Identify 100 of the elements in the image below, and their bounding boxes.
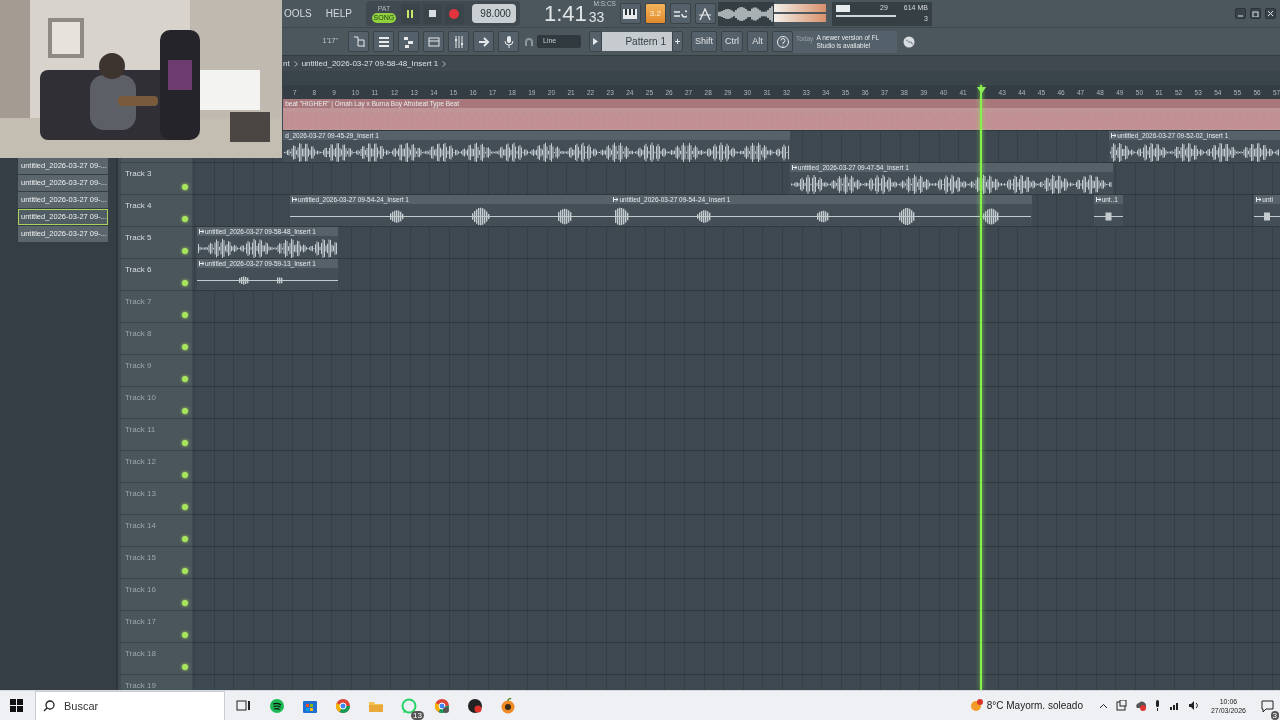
track-header[interactable]: Track 12: [118, 451, 192, 483]
browser-icon: [433, 697, 450, 714]
mute-led[interactable]: [182, 568, 188, 574]
flowchart-icon: [351, 34, 366, 49]
mute-led[interactable]: [182, 280, 188, 286]
browser-icon: [334, 697, 351, 714]
track-header[interactable]: Track 13: [118, 483, 192, 515]
record-icon: [449, 8, 460, 19]
mute-led[interactable]: [182, 440, 188, 446]
mute-led[interactable]: [182, 248, 188, 254]
piano-roll-button[interactable]: [398, 31, 419, 52]
track-header[interactable]: Track 8: [118, 323, 192, 355]
track-header[interactable]: Track 9: [118, 355, 192, 387]
notification-badge: 13: [411, 710, 424, 720]
weather-icon[interactable]: [969, 699, 983, 712]
browser-button[interactable]: [423, 31, 444, 52]
notification-badge: 3: [1270, 710, 1279, 720]
metronome-icon: [698, 7, 713, 20]
track-header[interactable]: Track 3: [118, 163, 192, 195]
track-header[interactable]: Track 7: [118, 291, 192, 323]
next-button[interactable]: [473, 31, 494, 52]
list-icon: [376, 34, 391, 49]
mute-led[interactable]: [182, 376, 188, 382]
mute-led[interactable]: [182, 472, 188, 478]
track-name: Track 8: [125, 328, 152, 340]
triangle-icon: [593, 38, 598, 45]
menu-item[interactable]: HELP: [325, 6, 352, 21]
track-name: Track 11: [125, 424, 156, 436]
track-header[interactable]: Track 5: [118, 227, 192, 259]
mute-led[interactable]: [182, 344, 188, 350]
magnet-icon[interactable]: [525, 37, 533, 46]
mute-led[interactable]: [182, 216, 188, 222]
track-name: Track 12: [125, 456, 156, 468]
piano-icon: [623, 8, 638, 19]
microphone-button[interactable]: [498, 31, 519, 52]
weather-text[interactable]: 8°C Mayorm. soleado: [986, 698, 1083, 713]
minimize-button[interactable]: [1235, 8, 1246, 19]
track-name: Track 15: [125, 552, 156, 564]
mute-led[interactable]: [182, 408, 188, 414]
close-icon: [1267, 10, 1274, 17]
track-name: Track 13: [125, 488, 156, 500]
track-header[interactable]: Track 15: [118, 547, 192, 579]
modifier-key[interactable]: Ctrl: [721, 31, 743, 52]
metronome-button[interactable]: [694, 3, 716, 24]
track-header[interactable]: Track 19: [118, 675, 192, 690]
track-header[interactable]: Track 4: [118, 195, 192, 227]
channel-rack-button[interactable]: [373, 31, 394, 52]
previous-pattern-button[interactable]: [589, 31, 602, 52]
breadcrumb-item[interactable]: untitled_2026-03-27 09-58-48_Insert 1: [301, 57, 439, 70]
loop-icon: [673, 8, 688, 19]
mute-led[interactable]: [182, 536, 188, 542]
track-name: Track 17: [125, 616, 156, 628]
notifications-button[interactable]: 3: [1254, 690, 1280, 720]
search-field[interactable]: Buscar: [35, 690, 225, 720]
volume-icon[interactable]: [1187, 700, 1199, 711]
track-header[interactable]: Track 16: [118, 579, 192, 611]
add-pattern-button[interactable]: [672, 31, 683, 52]
mixer-button[interactable]: [448, 31, 469, 52]
mute-led[interactable]: [182, 600, 188, 606]
tray-app-icon[interactable]: [1115, 700, 1127, 711]
track-header[interactable]: Track 6: [118, 259, 192, 291]
stop-button[interactable]: [422, 3, 442, 24]
search-icon: [43, 699, 55, 712]
mute-led[interactable]: [182, 632, 188, 638]
help-button[interactable]: [772, 31, 793, 52]
breadcrumb-item[interactable]: nt: [283, 57, 290, 70]
menu-item[interactable]: OOLS: [284, 6, 312, 21]
piano-roll-icon: [401, 34, 416, 49]
cloud-icon[interactable]: [1134, 700, 1146, 711]
microphone-icon[interactable]: [1153, 700, 1161, 711]
track-name: Track 14: [125, 520, 156, 532]
modifier-key[interactable]: Shift: [691, 31, 717, 52]
network-icon[interactable]: [1168, 700, 1180, 711]
track-header[interactable]: Track 14: [118, 515, 192, 547]
message-icon: [1260, 699, 1274, 712]
track-name: Track 18: [125, 648, 156, 660]
track-header[interactable]: Track 10: [118, 387, 192, 419]
pause-button[interactable]: [400, 3, 420, 24]
mute-led[interactable]: [182, 504, 188, 510]
playlist-button[interactable]: [348, 31, 369, 52]
track-header[interactable]: Track 11: [118, 419, 192, 451]
restore-button[interactable]: [1250, 8, 1261, 19]
pattern-selector[interactable]: Pattern 1: [602, 32, 672, 51]
chevron-up-icon[interactable]: [1098, 702, 1108, 709]
modifier-key[interactable]: Alt: [747, 31, 768, 52]
mute-led[interactable]: [182, 184, 188, 190]
track-header[interactable]: Track 18: [118, 643, 192, 675]
windows-icon: [10, 699, 23, 712]
ball-icon: [466, 697, 483, 714]
chat-icon: [400, 697, 417, 714]
mute-led[interactable]: [182, 312, 188, 318]
tempo-field[interactable]: 98.000: [471, 4, 516, 23]
piano-button[interactable]: [619, 3, 641, 24]
mute-led[interactable]: [182, 664, 188, 670]
track-header[interactable]: Track 17: [118, 611, 192, 643]
chat-app-button[interactable]: 13: [392, 690, 425, 720]
question-icon: [775, 34, 790, 49]
track-name: Track 4: [125, 200, 152, 212]
loop-button[interactable]: [669, 3, 691, 24]
close-button[interactable]: [1265, 8, 1276, 19]
